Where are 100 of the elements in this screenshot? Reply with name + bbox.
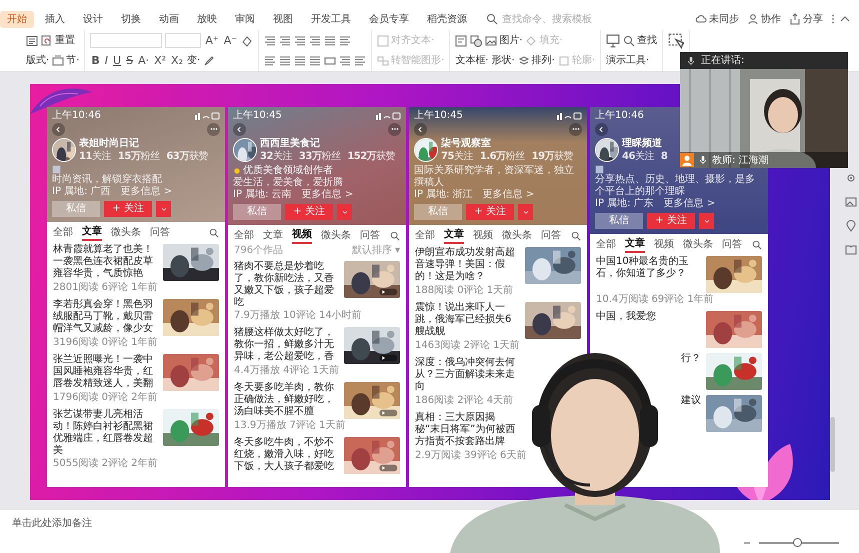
profile-tab[interactable]: 文章 bbox=[263, 228, 283, 242]
line-spacing-icon[interactable] bbox=[339, 34, 352, 46]
back-button[interactable] bbox=[52, 122, 65, 136]
article-title[interactable]: 张艺谋带妻儿亮相活动！陈婷白衬衫配黑裙优雅端庄，红唇卷发超美 bbox=[53, 409, 158, 457]
follow-button[interactable]: + 关注 bbox=[466, 204, 514, 220]
toolbar-button[interactable]: 演示工具· bbox=[606, 53, 650, 68]
profile-tab[interactable]: 视频 bbox=[473, 228, 493, 242]
profile-tab[interactable]: 问答 bbox=[360, 228, 380, 242]
profile-tab[interactable]: 视频 bbox=[292, 228, 312, 244]
ribbon-tab[interactable]: 审阅 bbox=[228, 10, 262, 28]
profile-tab[interactable]: 微头条 bbox=[111, 226, 141, 240]
toolbar-button[interactable]: 变· bbox=[187, 53, 200, 68]
follow-button[interactable]: + 关注 bbox=[285, 204, 333, 220]
justify-icon[interactable] bbox=[309, 54, 322, 66]
search-icon[interactable] bbox=[752, 240, 762, 250]
search-field[interactable]: 查找命令、搜索模板 bbox=[502, 12, 612, 26]
format-button[interactable]: A⁺ bbox=[204, 34, 220, 47]
format-button[interactable]: A⁻ bbox=[222, 34, 238, 47]
search-icon[interactable] bbox=[486, 13, 498, 25]
article-title[interactable]: 张兰近照曝光！一袭中国风睡袍雍容华贵，红唇卷发精致迷人，美翻 bbox=[53, 354, 158, 391]
scrollbar-thumb[interactable] bbox=[830, 417, 835, 472]
toolbar-action[interactable]: 协作 bbox=[743, 12, 785, 26]
article-title[interactable]: 冬天要多吃羊肉，教你正确做法，鲜嫩好吃，汤白味美不腥不膻 bbox=[234, 382, 339, 419]
clear-format-icon[interactable] bbox=[241, 34, 254, 46]
ribbon-tab[interactable]: 会员专享 bbox=[362, 10, 416, 28]
text-direction-icon[interactable] bbox=[324, 34, 336, 46]
toolbar-action[interactable]: 未同步 bbox=[691, 12, 743, 26]
more-button[interactable] bbox=[388, 122, 401, 136]
search-icon[interactable] bbox=[209, 228, 219, 238]
format-button[interactable]: X₂ bbox=[170, 54, 184, 67]
format-button[interactable]: S bbox=[125, 54, 134, 67]
toolbar-button[interactable]: 文本框· bbox=[455, 53, 488, 68]
profile-tab[interactable]: 文章 bbox=[625, 236, 645, 252]
select-icon[interactable] bbox=[668, 32, 684, 48]
ribbon-tab[interactable]: 稻壳资源 bbox=[420, 10, 474, 28]
decrease-indent-icon[interactable] bbox=[294, 34, 306, 46]
profile-tab[interactable]: 全部 bbox=[234, 228, 254, 242]
increase-indent-icon[interactable] bbox=[309, 34, 322, 46]
numbered-list-icon[interactable] bbox=[279, 34, 292, 46]
text-box-icon[interactable] bbox=[455, 34, 468, 46]
profile-tab[interactable]: 微头条 bbox=[321, 228, 351, 242]
ribbon-tab[interactable]: 设计 bbox=[76, 10, 110, 28]
profile-tab[interactable]: 微头条 bbox=[502, 228, 532, 242]
back-button[interactable] bbox=[233, 122, 246, 136]
more-button[interactable] bbox=[569, 122, 582, 136]
ribbon-tab[interactable]: 切换 bbox=[114, 10, 148, 28]
profile-tab[interactable]: 问答 bbox=[150, 226, 170, 240]
settings-icon[interactable] bbox=[845, 172, 857, 184]
toolbar-button[interactable]: 查找 bbox=[623, 33, 657, 48]
zoom-slider-thumb[interactable] bbox=[792, 538, 802, 547]
distribute-icon[interactable] bbox=[324, 54, 336, 66]
ribbon-tab[interactable]: 动画 bbox=[152, 10, 186, 28]
message-button[interactable]: 私信 bbox=[595, 213, 643, 229]
toolbar-button[interactable]: 版式· bbox=[26, 53, 50, 68]
presentation-icon[interactable] bbox=[606, 34, 620, 48]
columns-icon[interactable] bbox=[339, 54, 352, 66]
toolbar-button[interactable]: 图片· bbox=[485, 33, 522, 48]
ribbon-tab[interactable]: 插入 bbox=[38, 10, 72, 28]
profile-tab[interactable]: 问答 bbox=[541, 228, 561, 242]
article-title[interactable]: 林青霞就算老了也美！一袭黑色连衣裙配皮草雍容华贵，气质惊艳 bbox=[53, 244, 158, 281]
align-center-icon[interactable] bbox=[279, 54, 292, 66]
follow-button[interactable]: + 关注 bbox=[647, 213, 695, 229]
ribbon-tab[interactable]: 开发工具 bbox=[304, 10, 358, 28]
notes-field[interactable]: 单击此处添加备注 bbox=[12, 516, 152, 531]
profile-tab[interactable]: 全部 bbox=[596, 238, 616, 252]
align-right-icon[interactable] bbox=[294, 54, 306, 66]
profile-tab[interactable]: 全部 bbox=[415, 228, 435, 242]
toolbar-button[interactable]: 重置 bbox=[41, 33, 75, 48]
article-title[interactable]: 震惊！说出来吓人一跳，俄海军已经损失6艘战舰 bbox=[415, 302, 520, 339]
highlight-pen-icon[interactable] bbox=[203, 54, 216, 66]
shape-icon[interactable] bbox=[470, 34, 482, 46]
ribbon-tab[interactable]: 视图 bbox=[266, 10, 300, 28]
profile-tab[interactable]: 微头条 bbox=[683, 238, 713, 252]
profile-tab[interactable]: 文章 bbox=[82, 224, 102, 240]
book-icon[interactable] bbox=[845, 244, 857, 256]
format-button[interactable]: U bbox=[112, 54, 122, 67]
location-icon[interactable] bbox=[845, 220, 857, 232]
format-button[interactable]: X² bbox=[153, 54, 168, 67]
align-left-icon[interactable] bbox=[264, 54, 276, 66]
bullet-list-icon[interactable] bbox=[264, 34, 276, 46]
toolbar-button[interactable]: 节· bbox=[52, 53, 80, 68]
article-title[interactable]: 冬天多吃牛肉，不炒不红烧，嫩滑入味，好吃下饭，大人孩子都爱吃 bbox=[234, 437, 339, 474]
article-title[interactable]: 猪腰这样做太好吃了，教你一招，鲜嫩多汁无异味，老公超爱吃，香 bbox=[234, 327, 339, 364]
image-icon[interactable] bbox=[845, 196, 857, 208]
spacing-icon[interactable] bbox=[354, 54, 366, 66]
toolbar-button[interactable]: 排列· bbox=[518, 53, 555, 68]
profile-tab[interactable]: 全部 bbox=[53, 226, 73, 240]
article-title[interactable]: 中国10种最名贵的玉石，你知道了多少？ bbox=[596, 256, 701, 293]
profile-tab[interactable]: 视频 bbox=[654, 238, 674, 252]
article-title[interactable]: 李若彤真会穿！黑色羽绒服配马丁靴，戴贝雷帽洋气又减龄，像少女 bbox=[53, 299, 158, 336]
follow-button[interactable]: + 关注 bbox=[104, 201, 152, 217]
article-title[interactable]: 伊朗宣布成功发射高超音速导弹！美国：假的！这是为啥？ bbox=[415, 247, 520, 284]
more-button[interactable] bbox=[207, 122, 220, 136]
format-button[interactable]: A· bbox=[137, 54, 150, 67]
search-icon[interactable] bbox=[571, 230, 581, 240]
font-field[interactable] bbox=[90, 33, 162, 48]
toolbar-action[interactable]: 分享 bbox=[785, 12, 827, 26]
format-button[interactable]: B bbox=[90, 54, 101, 67]
back-button[interactable] bbox=[414, 122, 427, 136]
format-button[interactable]: I bbox=[104, 54, 110, 67]
